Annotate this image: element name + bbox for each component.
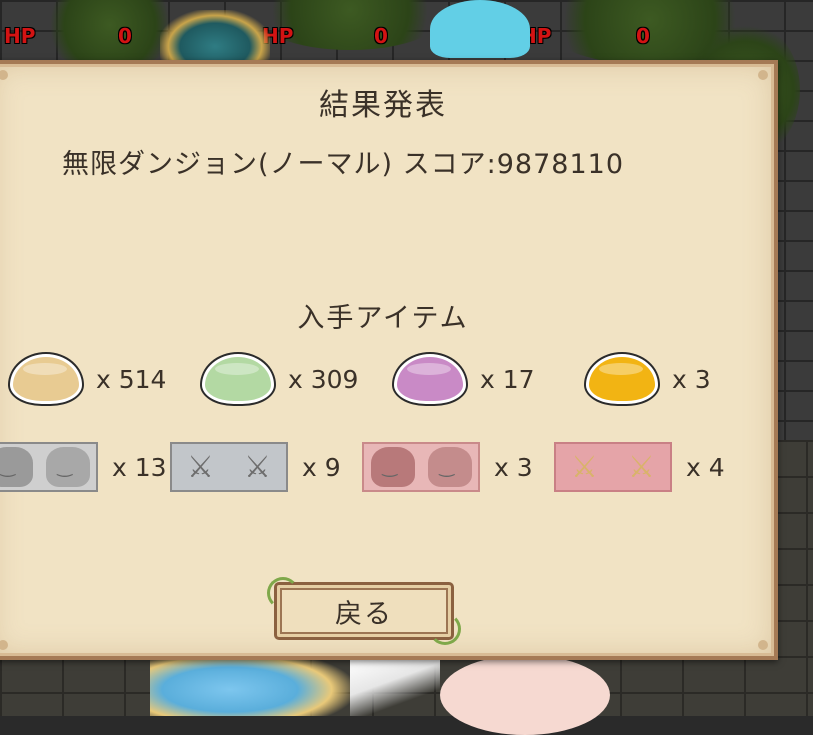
- gray-swords-card-icon: ⚔ ⚔: [170, 442, 288, 492]
- item-count: x 9: [302, 452, 341, 482]
- hp-label: HP: [4, 24, 36, 48]
- item-count: x 4: [686, 452, 725, 482]
- item-cell: x 514: [10, 354, 166, 404]
- back-button[interactable]: 戻る: [267, 577, 461, 645]
- green-slime-icon: [202, 354, 274, 404]
- item-count: x 3: [494, 452, 533, 482]
- item-count: x 3: [672, 364, 711, 394]
- score-line: 無限ダンジョン(ノーマル) スコア:9878110: [62, 149, 624, 180]
- pink-swords-card-icon: ⚔ ⚔: [554, 442, 672, 492]
- item-cell: x 17: [394, 354, 535, 404]
- item-count: x 309: [288, 364, 359, 394]
- hp-value: 0: [374, 24, 388, 48]
- yellow-slime-icon: [10, 354, 82, 404]
- character-sprite: [160, 10, 270, 62]
- vine-ornament-icon: [429, 613, 461, 645]
- gray-character-card-icon: [0, 442, 98, 492]
- vine-ornament-icon: [267, 577, 299, 609]
- item-cell: x 3: [362, 442, 533, 492]
- item-cell: x 3: [586, 354, 711, 404]
- dialog-title: 結果発表: [319, 88, 447, 123]
- item-cell: x 13: [0, 442, 167, 492]
- item-cell: ⚔ ⚔ x 9: [170, 442, 341, 492]
- item-cell: ⚔ ⚔ x 4: [554, 442, 725, 492]
- result-dialog: 結果発表 無限ダンジョン(ノーマル) スコア:9878110 入手アイテム x …: [0, 60, 778, 660]
- hp-value: 0: [118, 24, 132, 48]
- back-button-label: 戻る: [335, 598, 393, 630]
- purple-slime-icon: [394, 354, 466, 404]
- character-sprite: [430, 0, 530, 58]
- gold-slime-icon: [586, 354, 658, 404]
- item-count: x 13: [112, 452, 167, 482]
- item-count: x 514: [96, 364, 167, 394]
- pink-character-card-icon: [362, 442, 480, 492]
- items-heading: 入手アイテム: [297, 303, 469, 334]
- character-sprite: [440, 655, 610, 735]
- item-count: x 17: [480, 364, 535, 394]
- character-sprite: [350, 660, 440, 716]
- item-cell: x 309: [202, 354, 358, 404]
- hp-value: 0: [636, 24, 650, 48]
